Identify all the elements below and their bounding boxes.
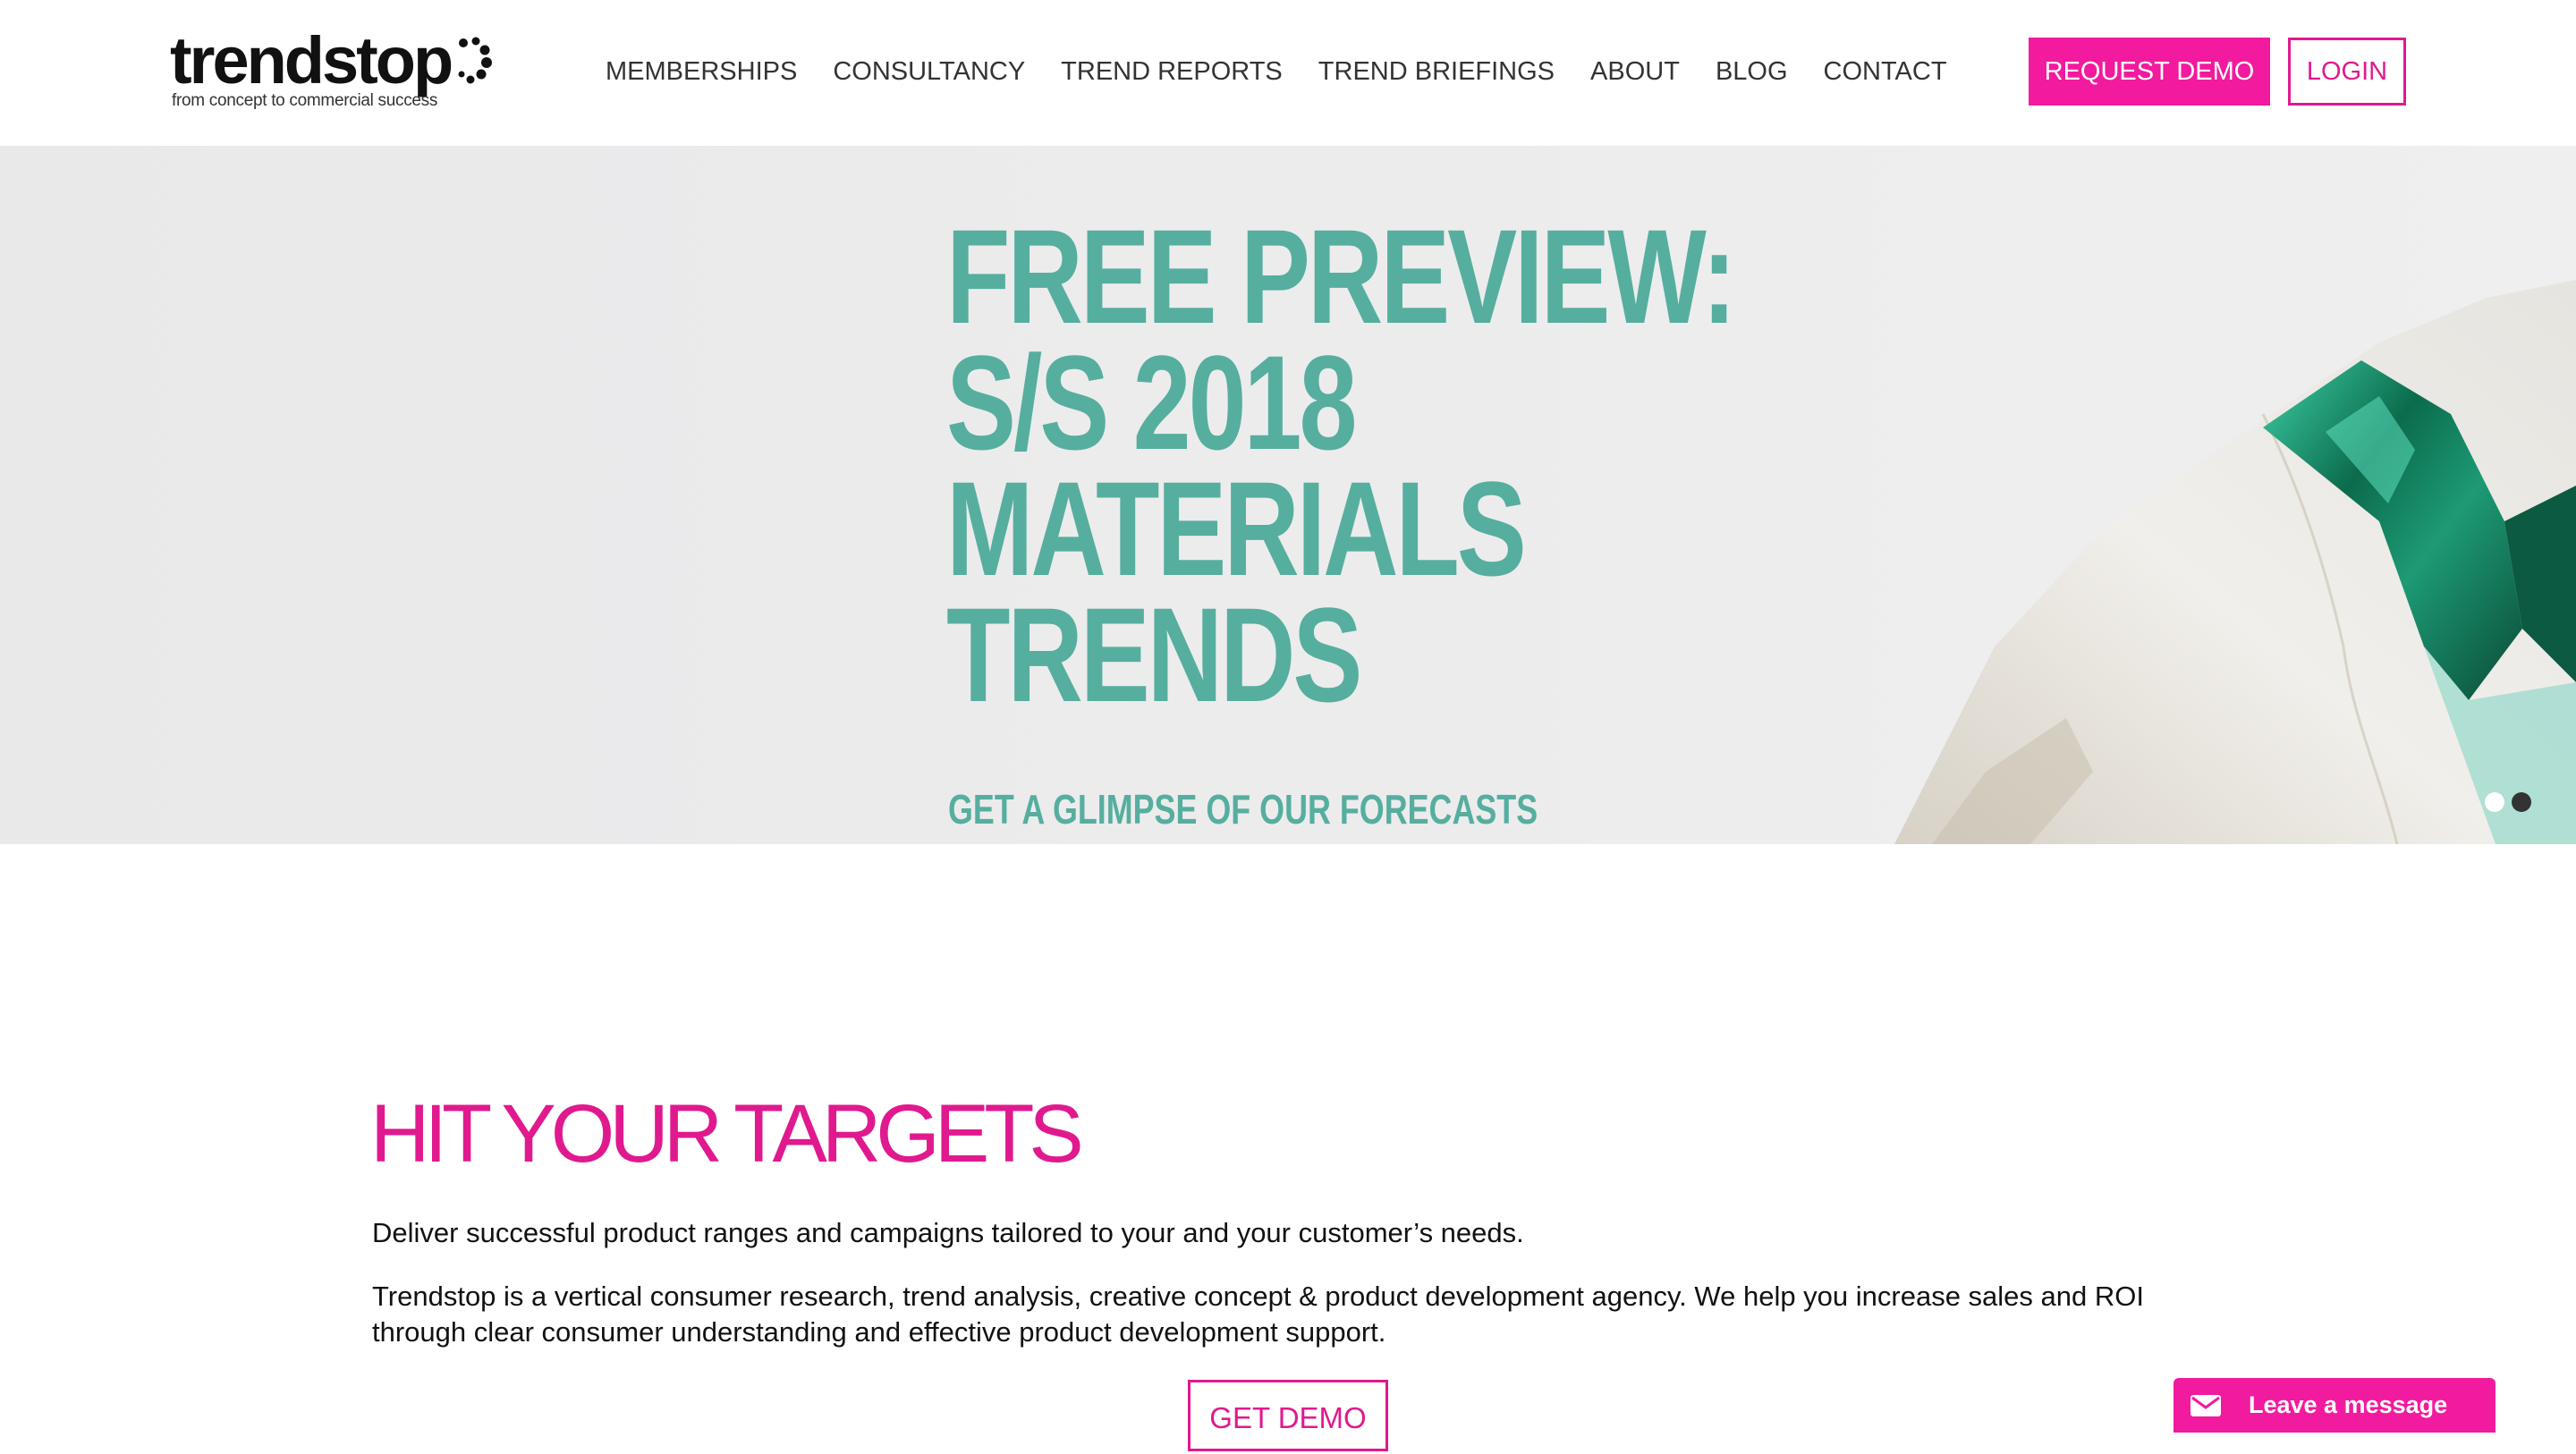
envelope-icon xyxy=(2190,1394,2221,1416)
logo-wordmark: trendstop xyxy=(170,23,453,97)
leave-message-widget[interactable]: Leave a message xyxy=(2174,1378,2496,1433)
request-demo-button[interactable]: REQUEST DEMO xyxy=(2029,38,2270,106)
carousel-dot-2[interactable] xyxy=(2512,792,2531,812)
nav-item-consultancy[interactable]: CONSULTANCY xyxy=(833,52,1025,91)
site-header: trendstop from concept to commercial suc… xyxy=(0,0,2576,146)
nav-item-about[interactable]: ABOUT xyxy=(1590,52,1680,91)
logo-tagline: from concept to commercial success xyxy=(172,91,438,110)
intro-text: Deliver successful product ranges and ca… xyxy=(372,1217,1524,1248)
nav-item-contact[interactable]: CONTACT xyxy=(1824,52,1947,91)
hero-stone-image xyxy=(1894,280,2576,844)
carousel-dot-1[interactable] xyxy=(2485,792,2504,812)
hero-title-line: FREE PREVIEW: xyxy=(946,201,1737,351)
section-heading: HIT YOUR TARGETS xyxy=(370,1088,1084,1179)
logo-dots-icon xyxy=(458,37,492,84)
hero-banner[interactable]: FREE PREVIEW: S/S 2018 MATERIALS TRENDS … xyxy=(0,146,2576,844)
nav-item-trend-briefings[interactable]: TREND BRIEFINGS xyxy=(1318,52,1555,91)
trendstop-logo[interactable]: trendstop from concept to commercial suc… xyxy=(170,23,492,113)
nav-item-memberships[interactable]: MEMBERSHIPS xyxy=(606,52,797,91)
hero-title-line: MATERIALS xyxy=(946,453,1527,604)
leave-message-label: Leave a message xyxy=(2249,1391,2448,1418)
nav-item-trend-reports[interactable]: TREND REPORTS xyxy=(1061,52,1283,91)
description-text: Trendstop is a vertical consumer researc… xyxy=(372,1281,2144,1348)
carousel-dots xyxy=(2485,792,2531,812)
hero-title-line: TRENDS xyxy=(946,579,1362,730)
login-button[interactable]: LOGIN xyxy=(2288,38,2406,106)
main-nav: MEMBERSHIPS CONSULTANCY TREND REPORTS TR… xyxy=(606,52,1983,91)
hero-title-line: S/S 2018 xyxy=(946,327,1358,478)
hero-subtitle: GET A GLIMPSE OF OUR FORECASTS xyxy=(948,786,1538,833)
hero-title: FREE PREVIEW: S/S 2018 MATERIALS TRENDS xyxy=(946,201,1737,730)
get-demo-button[interactable]: GET DEMO xyxy=(1188,1380,1388,1451)
nav-item-blog[interactable]: BLOG xyxy=(1716,52,1788,91)
